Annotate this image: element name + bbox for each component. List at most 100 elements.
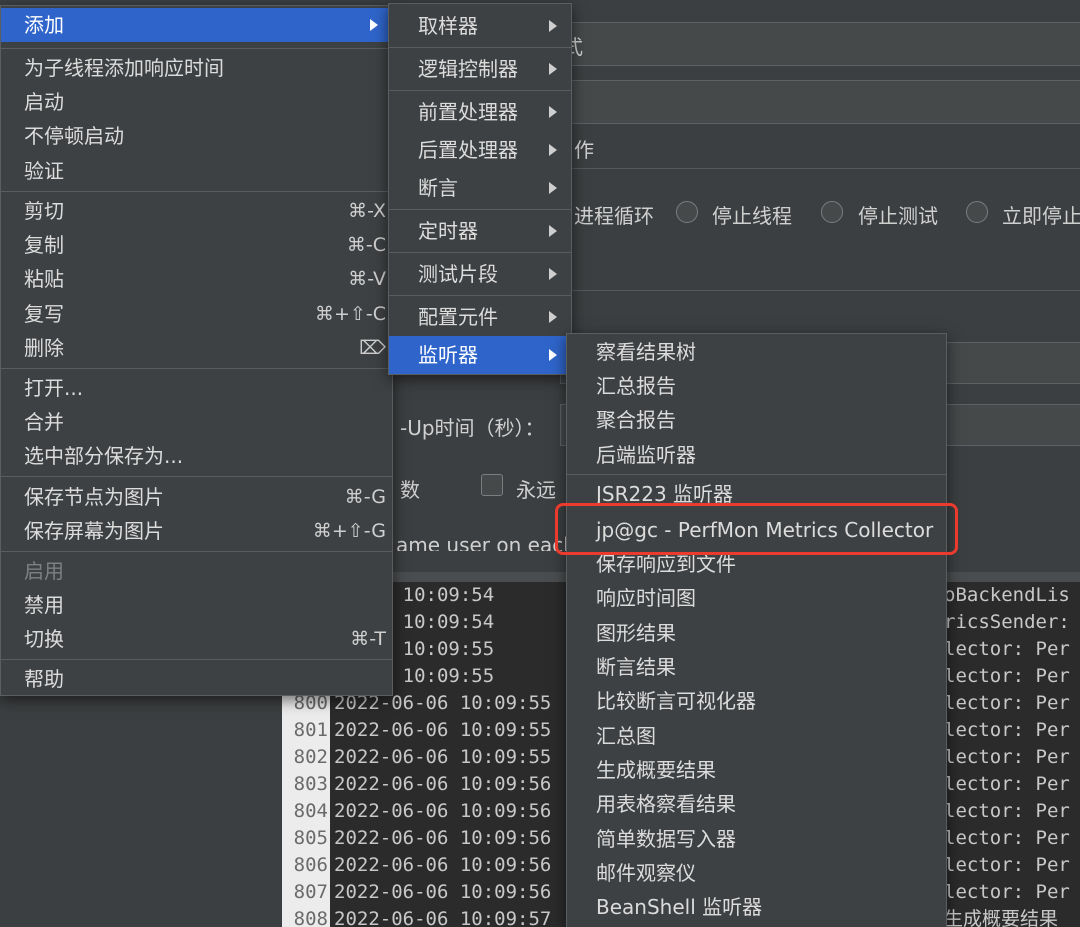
log-text: 2022-06-06 10:09:56	[334, 854, 552, 876]
menu-item-view-results-in-table[interactable]: 用表格察看结果	[567, 787, 946, 821]
log-tail: ricsSender:	[944, 611, 1070, 633]
menu-item-aggregate-graph[interactable]: 汇总图	[567, 719, 946, 753]
menu-item-logic-controller[interactable]: 逻辑控制器	[389, 50, 571, 88]
chevron-right-icon	[549, 182, 557, 194]
ramp-up-label: -Up时间（秒）：	[400, 416, 545, 440]
chevron-right-icon	[549, 311, 557, 323]
log-text: 2022-06-06 10:09:55	[334, 719, 552, 741]
menu-item-help[interactable]: 帮助	[1, 662, 392, 696]
log-tail: lector: Per	[944, 827, 1070, 849]
forever-checkbox[interactable]	[481, 474, 503, 496]
menu-item-copy[interactable]: 复制 ⌘-C	[1, 228, 392, 262]
menu-item-assertion[interactable]: 断言	[389, 169, 571, 207]
chevron-right-icon	[549, 268, 557, 280]
line-number: 806	[282, 852, 330, 879]
loops-label: 数	[400, 478, 420, 502]
menu-item-cut[interactable]: 剪切 ⌘-X	[1, 194, 392, 228]
chevron-right-icon	[549, 63, 557, 75]
listener-submenu: 察看结果树 汇总报告 聚合报告 后端监听器 JSR223 监听器 jp@gc -…	[566, 333, 947, 927]
menu-item-aggregate-report[interactable]: 聚合报告	[567, 403, 946, 437]
radio-label-stop-thread: 停止线程	[712, 204, 792, 228]
menu-item-enable: 启用	[24, 559, 64, 583]
delete-key-icon: ⌦	[359, 337, 386, 359]
log-text: 2022-06-06 10:09:57	[334, 908, 552, 927]
menu-item-test-fragment[interactable]: 测试片段	[389, 255, 571, 293]
menu-item-sampler[interactable]: 取样器	[389, 7, 571, 45]
chevron-right-icon	[549, 106, 557, 118]
menu-item-graph-results[interactable]: 图形结果	[567, 616, 946, 650]
line-number: 804	[282, 798, 330, 825]
log-text: 2022-06-06 10:09:56	[334, 773, 552, 795]
chevron-right-icon	[549, 349, 557, 361]
menu-item-delete[interactable]: 删除 ⌦	[1, 331, 392, 365]
radio-stop-now[interactable]	[966, 201, 988, 223]
log-tail: lector: Per	[944, 773, 1070, 795]
log-tail: lector: Per	[944, 692, 1070, 714]
chevron-right-icon	[549, 144, 557, 156]
menu-item-mailer-visualizer[interactable]: 邮件观察仪	[567, 856, 946, 890]
log-tail: lector: Per	[944, 881, 1070, 903]
menu-item-merge[interactable]: 合并	[1, 405, 392, 439]
log-text: 2022-06-06 10:09:56	[334, 881, 552, 903]
action-label: 作	[574, 138, 594, 162]
line-number: 808	[282, 906, 330, 927]
menu-item-toggle[interactable]: 切换 ⌘-T	[1, 622, 392, 656]
radio-label-stop-test: 停止测试	[858, 204, 938, 228]
log-text: 2022-06-06 10:09:56	[334, 827, 552, 849]
radio-stop-thread[interactable]	[676, 201, 698, 223]
menu-item-add-think-times[interactable]: 为子线程添加响应时间	[1, 51, 392, 85]
chevron-right-icon	[549, 225, 557, 237]
menu-item-save-screen-image[interactable]: 保存屏幕为图片 ⌘+⇧-G	[1, 514, 392, 548]
menu-item-pre-processor[interactable]: 前置处理器	[389, 93, 571, 131]
log-text: 2022-06-06 10:09:56	[334, 800, 552, 822]
menu-item-summary-report[interactable]: 汇总报告	[567, 369, 946, 403]
log-text: 2022-06-06 10:09:55	[334, 746, 552, 768]
menu-item-start-no-pauses[interactable]: 不停顿启动	[1, 119, 392, 153]
menu-item-backend-listener[interactable]: 后端监听器	[567, 438, 946, 472]
menu-item-duplicate[interactable]: 复写 ⌘+⇧-C	[1, 297, 392, 331]
menu-item-config-element[interactable]: 配置元件	[389, 298, 571, 336]
menu-item-view-results-tree[interactable]: 察看结果树	[567, 335, 946, 369]
radio-label-stop-now: 立即停止	[1002, 204, 1080, 228]
radio-label-continue: 进程循环	[574, 204, 654, 228]
forever-label: 永远	[516, 478, 556, 502]
log-tail: lector: Per	[944, 719, 1070, 741]
chevron-right-icon	[549, 20, 557, 32]
line-number: 802	[282, 744, 330, 771]
menu-item-listener[interactable]: 监听器	[389, 336, 571, 374]
menu-item-beanshell-listener[interactable]: BeanShell 监听器	[567, 890, 946, 924]
menu-item-add[interactable]: 添加	[1, 8, 392, 42]
menu-item-post-processor[interactable]: 后置处理器	[389, 131, 571, 169]
log-tail: lector: Per	[944, 665, 1070, 687]
context-menu: 添加 为子线程添加响应时间 启动 不停顿启动 验证 剪切 ⌘-X 复制 ⌘-C 粘贴…	[0, 5, 393, 696]
line-number: 807	[282, 879, 330, 906]
menu-item-save-selection-as[interactable]: 选中部分保存为...	[1, 439, 392, 473]
menu-item-start[interactable]: 启动	[1, 85, 392, 119]
menu-item-validate[interactable]: 验证	[1, 154, 392, 188]
line-number: 803	[282, 771, 330, 798]
log-tail: lector: Per	[944, 854, 1070, 876]
menu-item-response-time-graph[interactable]: 响应时间图	[567, 581, 946, 615]
menu-item-save-node-image[interactable]: 保存节点为图片 ⌘-G	[1, 480, 392, 514]
line-number: 801	[282, 717, 330, 744]
highlight-annotation-box	[555, 503, 958, 555]
log-tail: lector: Per	[944, 800, 1070, 822]
log-tail: lector: Per	[944, 746, 1070, 768]
menu-item-generate-summary-results[interactable]: 生成概要结果	[567, 753, 946, 787]
chevron-right-icon	[370, 19, 378, 31]
menu-item-timer[interactable]: 定时器	[389, 212, 571, 250]
menu-item-simple-data-writer[interactable]: 简单数据写入器	[567, 822, 946, 856]
line-number: 805	[282, 825, 330, 852]
menu-item-comparison-assertion-visualizer[interactable]: 比较断言可视化器	[567, 684, 946, 718]
radio-stop-test[interactable]	[821, 201, 843, 223]
menu-item-paste[interactable]: 粘贴 ⌘-V	[1, 262, 392, 296]
log-tail: lector: Per	[944, 638, 1070, 660]
log-tail: 生成概要结果	[944, 908, 1059, 927]
menu-item-disable[interactable]: 禁用	[1, 588, 392, 622]
comment-field[interactable]	[560, 80, 1080, 124]
name-field[interactable]: 式	[560, 22, 1080, 66]
menu-item-open[interactable]: 打开...	[1, 371, 392, 405]
same-user-checkbox-label: ame user on each	[396, 533, 576, 551]
log-tail: oBackendLis	[944, 584, 1070, 606]
menu-item-assertion-results[interactable]: 断言结果	[567, 650, 946, 684]
